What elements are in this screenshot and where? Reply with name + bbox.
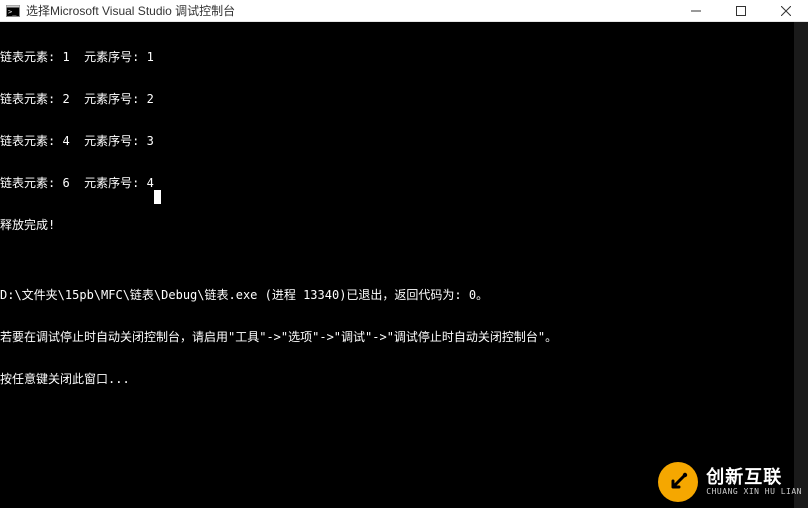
console-line: 链表元素: 4 元素序号: 3 [0,134,808,148]
watermark-logo-icon [658,462,698,502]
close-icon [781,6,791,16]
console-line: 释放完成! [0,218,808,232]
console-line: D:\文件夹\15pb\MFC\链表\Debug\链表.exe (进程 1334… [0,288,808,302]
console-line: 按任意键关闭此窗口... [0,372,808,386]
titlebar[interactable]: >_ 选择Microsoft Visual Studio 调试控制台 [0,0,808,22]
minimize-button[interactable] [673,0,718,21]
console-app-icon: >_ [6,4,20,18]
maximize-icon [736,6,746,16]
watermark-cn: 创新互联 [706,468,802,488]
window: >_ 选择Microsoft Visual Studio 调试控制台 链表元素:… [0,0,808,508]
minimize-icon [691,6,701,16]
console-line: 链表元素: 6 元素序号: 4 [0,176,808,190]
window-controls [673,0,808,21]
svg-text:>_: >_ [8,8,17,16]
console-area[interactable]: 链表元素: 1 元素序号: 1 链表元素: 2 元素序号: 2 链表元素: 4 … [0,22,808,508]
close-button[interactable] [763,0,808,21]
console-line: 若要在调试停止时自动关闭控制台，请启用"工具"->"选项"->"调试"->"调试… [0,330,808,344]
console-line: 链表元素: 2 元素序号: 2 [0,92,808,106]
watermark-en: CHUANG XIN HU LIAN [706,488,802,497]
watermark: 创新互联 CHUANG XIN HU LIAN [658,462,802,502]
window-title: 选择Microsoft Visual Studio 调试控制台 [26,2,235,19]
text-cursor [154,190,161,204]
watermark-text: 创新互联 CHUANG XIN HU LIAN [706,468,802,497]
console-line: 链表元素: 1 元素序号: 1 [0,50,808,64]
title-left: >_ 选择Microsoft Visual Studio 调试控制台 [0,2,235,19]
maximize-button[interactable] [718,0,763,21]
vertical-scrollbar[interactable] [794,22,808,508]
